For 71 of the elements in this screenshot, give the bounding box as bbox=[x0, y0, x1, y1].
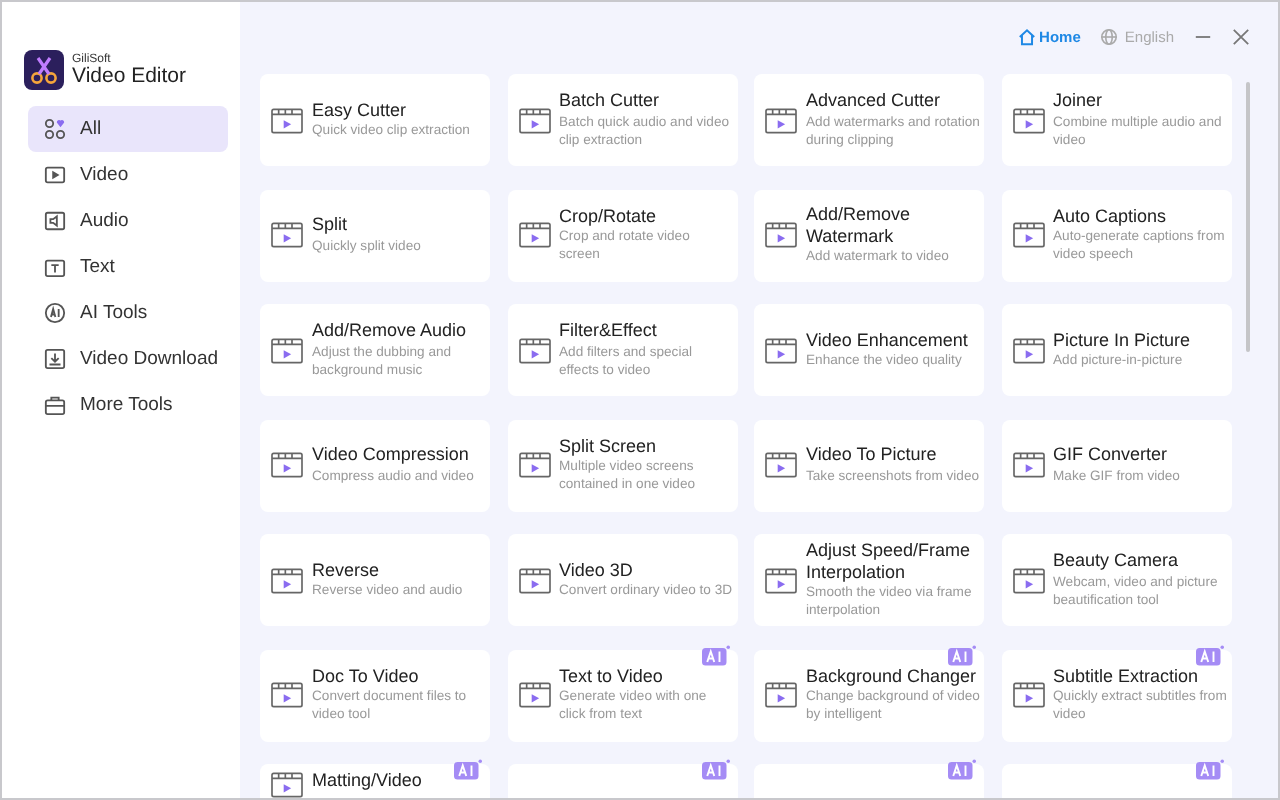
film-icon bbox=[764, 335, 798, 365]
film-icon bbox=[1011, 335, 1045, 365]
film-icon bbox=[764, 565, 798, 595]
film-icon bbox=[270, 680, 304, 710]
sidebar-item[interactable]: Text bbox=[28, 244, 228, 290]
sidebar-item[interactable]: Video bbox=[28, 152, 228, 198]
film-icon bbox=[764, 220, 798, 250]
globe-icon bbox=[1100, 27, 1119, 45]
tool-title: Subtitle Extraction bbox=[1053, 665, 1201, 687]
tool-title: Reverse bbox=[312, 559, 382, 581]
sidebar-item[interactable]: Video Download bbox=[28, 336, 228, 382]
tool-title: Background Changer bbox=[806, 665, 979, 687]
toolbox-icon bbox=[44, 394, 66, 416]
tool-card[interactable]: Matting/Video bbox=[260, 764, 490, 798]
tool-title: Advanced Cutter bbox=[806, 90, 943, 112]
tool-title: Add/Remove Audio bbox=[312, 320, 469, 342]
film-icon bbox=[764, 680, 798, 710]
tool-title: Text to Video bbox=[559, 665, 665, 687]
close-icon[interactable] bbox=[1232, 27, 1250, 45]
tool-title: Joiner bbox=[1053, 90, 1105, 112]
film-icon bbox=[270, 220, 304, 250]
tool-title: Split Screen bbox=[559, 435, 659, 457]
tool-title: Batch Cutter bbox=[559, 90, 662, 112]
sidebar-item[interactable]: AI Tools bbox=[28, 290, 228, 336]
speaker-icon bbox=[44, 210, 66, 232]
film-icon bbox=[517, 105, 551, 135]
scrollbar-thumb[interactable] bbox=[1245, 82, 1249, 352]
tool-title: Add/Remove Watermark bbox=[806, 204, 913, 246]
app-logo-icon bbox=[24, 50, 64, 90]
text-icon bbox=[44, 256, 66, 278]
tool-title: Split bbox=[312, 214, 350, 236]
film-icon bbox=[1011, 105, 1045, 135]
film-icon bbox=[270, 770, 304, 798]
tool-title: Beauty Camera bbox=[1053, 550, 1181, 572]
tool-title: Doc To Video bbox=[312, 665, 421, 687]
tool-title: Easy Cutter bbox=[312, 99, 409, 121]
tool-title: Picture In Picture bbox=[1053, 329, 1191, 351]
film-icon bbox=[764, 105, 798, 135]
grid-icon bbox=[44, 118, 66, 140]
film-icon bbox=[517, 680, 551, 710]
film-icon bbox=[1011, 220, 1045, 250]
ai-icon bbox=[44, 302, 66, 324]
sidebar-item[interactable]: Audio bbox=[28, 198, 228, 244]
home-icon bbox=[1017, 27, 1036, 45]
play-icon bbox=[44, 164, 66, 186]
film-icon bbox=[517, 220, 551, 250]
film-icon bbox=[270, 565, 304, 595]
film-icon bbox=[1011, 680, 1045, 710]
tool-title: Video To Picture bbox=[806, 444, 939, 466]
tool-title: Adjust Speed/Frame Interpolation bbox=[806, 540, 973, 582]
tool-title: Video Compression bbox=[312, 444, 471, 466]
tool-title: Filter&Effect bbox=[559, 320, 659, 342]
product-name: Video Editor bbox=[72, 65, 187, 87]
film-icon bbox=[270, 450, 304, 480]
film-icon bbox=[517, 565, 551, 595]
film-icon bbox=[517, 450, 551, 480]
film-icon bbox=[270, 105, 304, 135]
film-icon bbox=[1011, 565, 1045, 595]
film-icon bbox=[764, 450, 798, 480]
film-icon bbox=[1011, 450, 1045, 480]
download-icon bbox=[44, 348, 66, 370]
tool-title: Video Enhancement bbox=[806, 329, 968, 351]
tool-title: Matting/Video bbox=[312, 770, 422, 791]
film-icon bbox=[270, 335, 304, 365]
tool-title: GIF Converter bbox=[1053, 444, 1170, 466]
tool-title: Crop/Rotate bbox=[559, 205, 659, 227]
film-icon bbox=[517, 335, 551, 365]
tool-title: Auto Captions bbox=[1053, 205, 1169, 227]
sidebar-item[interactable]: More Tools bbox=[28, 382, 228, 428]
sidebar-item[interactable]: All bbox=[28, 106, 228, 152]
tool-title: Video 3D bbox=[559, 559, 635, 581]
